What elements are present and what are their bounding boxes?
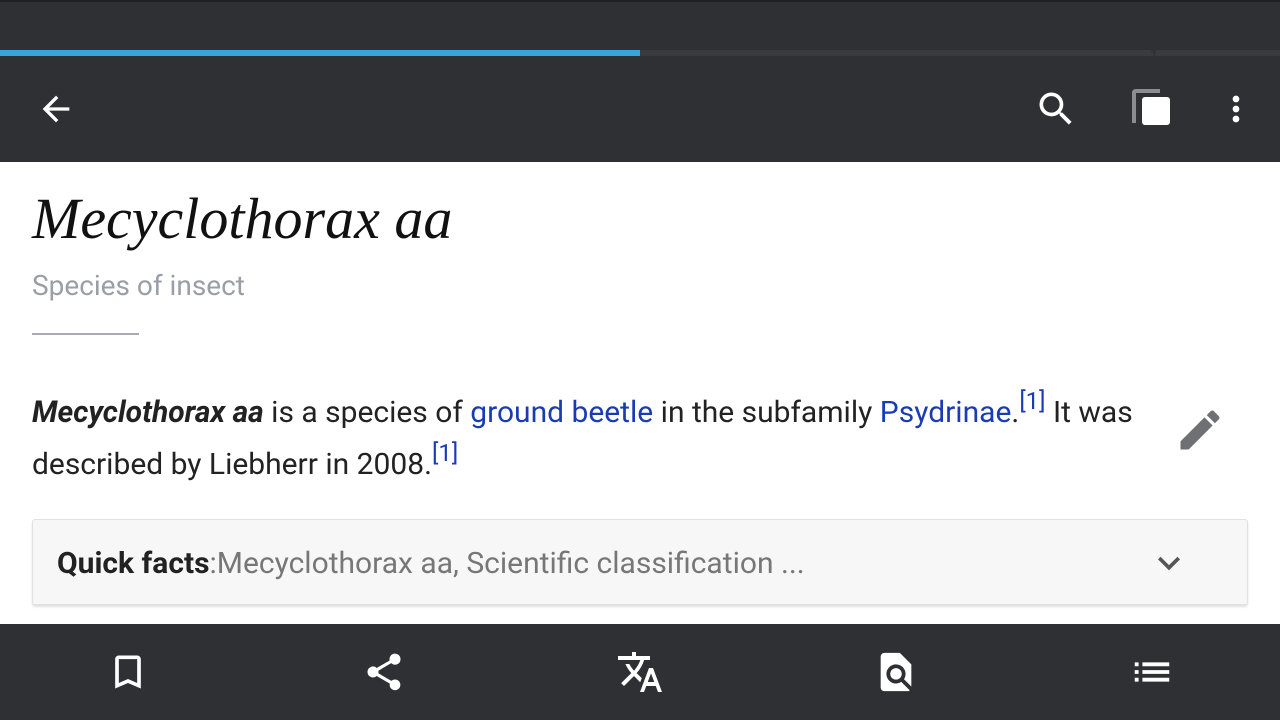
bottom-action-bar — [0, 624, 1280, 720]
quick-facts-summary: Mecyclothorax aa, Scientific classificat… — [216, 545, 805, 581]
quick-facts-separator: : — [209, 545, 217, 581]
tabs-button[interactable] — [1120, 56, 1184, 162]
quick-facts-expand[interactable] — [1147, 541, 1191, 585]
language-button[interactable] — [600, 624, 680, 720]
search-icon — [1039, 92, 1072, 125]
find-in-page-button[interactable] — [856, 624, 936, 720]
arrow-back-icon — [42, 95, 70, 123]
search-button[interactable] — [1024, 56, 1088, 162]
contents-list-icon — [1134, 662, 1170, 682]
more-options-button[interactable] — [1204, 56, 1268, 162]
bookmark-button[interactable] — [88, 624, 168, 720]
find-in-page-icon — [880, 652, 912, 692]
article-subject: Mecyclothorax aa — [32, 395, 264, 430]
share-icon — [367, 653, 401, 691]
edit-section-button[interactable] — [1168, 398, 1232, 462]
quick-facts-label: Quick facts — [57, 545, 210, 581]
paragraph-text: in the subfamily — [653, 395, 880, 430]
table-of-contents-button[interactable] — [1112, 624, 1192, 720]
more-vert-icon — [1232, 95, 1240, 123]
link-psydrinae[interactable]: Psydrinae — [880, 395, 1012, 430]
page-description: Species of insect — [32, 269, 245, 302]
top-toolbar — [0, 56, 1280, 162]
quick-facts-panel[interactable]: Quick facts: Mecyclothorax aa, Scientifi… — [32, 519, 1248, 605]
chevron-down-icon — [1158, 556, 1180, 571]
page-title: Mecyclothorax aa — [32, 186, 453, 251]
back-button[interactable] — [24, 56, 88, 162]
reference-link-2[interactable]: [1] — [432, 439, 458, 467]
lead-paragraph: Mecyclothorax aa is a species of ground … — [32, 387, 1162, 491]
status-bar — [0, 0, 1280, 50]
paragraph-text: is a species of — [263, 395, 471, 430]
bookmark-icon — [115, 655, 141, 689]
translate-icon — [618, 652, 662, 692]
share-button[interactable] — [344, 624, 424, 720]
tabs-icon — [1132, 89, 1170, 125]
quick-facts-text: Quick facts: Mecyclothorax aa, Scientifi… — [57, 520, 805, 606]
title-divider — [32, 333, 139, 335]
link-ground-beetle[interactable]: ground beetle — [470, 395, 653, 430]
pencil-icon — [1180, 410, 1220, 450]
reference-link-1[interactable]: [1] — [1019, 387, 1045, 415]
